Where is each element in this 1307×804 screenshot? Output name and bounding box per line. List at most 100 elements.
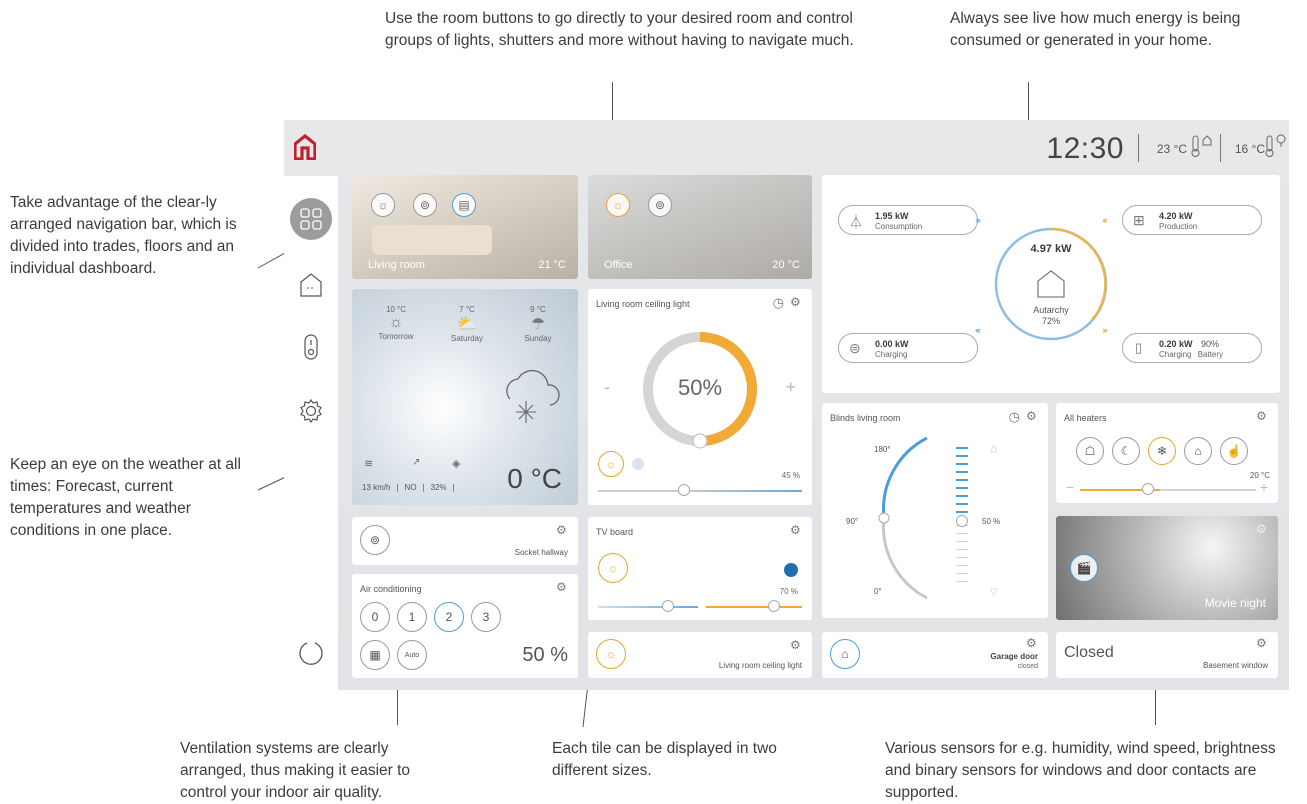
fan-level-1-button[interactable]: 1	[397, 602, 427, 632]
battery-label-battery: Battery	[1197, 350, 1224, 359]
nav-dashboard-button[interactable]	[290, 198, 332, 240]
partly-cloudy-icon: ⛅	[457, 316, 477, 333]
slider-knob[interactable]	[768, 600, 780, 612]
gear-icon[interactable]: ⚙	[790, 524, 802, 536]
slat-angle-arc[interactable]	[872, 433, 932, 603]
gear-icon[interactable]: ⚙	[1256, 410, 1268, 422]
color-dot[interactable]	[784, 563, 798, 577]
shutter-button[interactable]: ▤	[452, 193, 476, 217]
slider-knob[interactable]	[662, 600, 674, 612]
blind-position-bar-lower[interactable]	[956, 525, 968, 589]
gear-icon[interactable]: ⚙	[790, 296, 802, 308]
gear-icon[interactable]: ⚙	[1026, 410, 1038, 422]
home-logo-icon[interactable]	[294, 134, 316, 160]
heaters-tile[interactable]: All heaters ⚙ ☖ ☾ ❄ ⌂ ☝ 20 °C − +	[1056, 403, 1278, 503]
clapperboard-icon[interactable]: 🎬	[1070, 554, 1098, 582]
heater-slider-track[interactable]	[1160, 489, 1256, 491]
indoor-temp: 23 °C	[1156, 142, 1187, 156]
garage-icon[interactable]: ⌂	[830, 639, 860, 669]
weather-tile[interactable]: 10 °C ☼ Tomorrow 7 °C ⛅ Saturday 9 °C ☂ …	[352, 289, 578, 505]
car-icon: ⊜	[849, 340, 861, 356]
color-temp-slider[interactable]	[598, 490, 802, 492]
scene-label: Movie night	[1204, 596, 1266, 610]
production-pill[interactable]: ⊞ 4.20 kW Production	[1122, 205, 1262, 235]
nav-settings-button[interactable]	[290, 390, 332, 432]
blind-position-bar[interactable]	[956, 447, 968, 519]
nav-refresh-button[interactable]	[290, 632, 332, 674]
tv-board-tile[interactable]: TV board ⚙ ☼ 70 %	[588, 517, 812, 620]
dimmer-percent: 50%	[638, 375, 762, 401]
dimmer-increase-button[interactable]: +	[785, 377, 796, 398]
away-mode-button[interactable]: ⌂	[1184, 437, 1212, 465]
basement-window-tile[interactable]: Closed ⚙ Basement window	[1056, 632, 1278, 678]
light-button[interactable]: ☼	[371, 193, 395, 217]
weather-metrics: 13 km/h | NO | 32% |	[362, 483, 455, 492]
nav-trades-button[interactable]	[290, 326, 332, 368]
battery-percent: 90%	[1201, 339, 1220, 349]
house-icon	[300, 273, 322, 297]
light-toggle-button[interactable]: ☼	[598, 553, 628, 583]
charging-pill[interactable]: ⊜ 0.00 kW Charging	[838, 333, 978, 363]
dimmer-decrease-button[interactable]: -	[604, 377, 610, 398]
fan-level-0-button[interactable]: 0	[360, 602, 390, 632]
auto-mode-button[interactable]: Auto	[397, 640, 427, 670]
brightness-slider[interactable]	[706, 606, 802, 608]
clock-icon[interactable]: ◷	[1009, 409, 1020, 425]
comfort-mode-button[interactable]: ☖	[1076, 437, 1104, 465]
gear-icon[interactable]: ⚙	[1256, 523, 1268, 535]
heater-increase-button[interactable]: +	[1260, 479, 1268, 495]
fan-level-3-button[interactable]: 3	[471, 602, 501, 632]
heater-decrease-button[interactable]: −	[1066, 479, 1074, 495]
light-toggle-button[interactable]: ☼	[598, 451, 624, 477]
battery-labels: Charging Battery	[1159, 350, 1223, 359]
wind-speed: 13 km/h	[362, 483, 391, 492]
flow-arrows: ››››	[975, 215, 981, 225]
socket-tile[interactable]: ⊚ ⚙ Socket hallway	[352, 517, 578, 565]
angle-mid-label: 90°	[846, 517, 859, 526]
gear-icon[interactable]: ⚙	[556, 581, 568, 593]
ceiling-light-tile[interactable]: Living room ceiling light ◷ ⚙ 50% - + ☼ …	[588, 289, 812, 505]
room-temp: 21 °C	[538, 259, 566, 271]
callout-sensors: Various sensors for e.g. humidity, wind …	[885, 740, 1276, 801]
production-label: Production	[1159, 222, 1198, 231]
frost-mode-button[interactable]: ❄	[1148, 437, 1176, 465]
up-arrow-icon[interactable]: △	[990, 443, 998, 454]
blinds-tile[interactable]: Blinds living room ◷ ⚙ 180° 90° 0° △ 50 …	[822, 403, 1048, 618]
socket-button[interactable]: ⊚	[413, 193, 437, 217]
socket-icon[interactable]: ⊚	[360, 525, 390, 555]
energy-tile[interactable]: ⏃ 1.95 kW Consumption ⊞ 4.20 kW Producti…	[822, 175, 1280, 393]
wind-icon: ≋	[364, 458, 374, 470]
nav-floors-button[interactable]	[290, 264, 332, 306]
switch-icon	[304, 334, 318, 360]
fan-level-2-button[interactable]: 2	[434, 602, 464, 632]
gear-icon[interactable]: ⚙	[1026, 637, 1038, 649]
room-tile-living-room[interactable]: ☼ ⊚ ▤ Living room 21 °C	[352, 175, 578, 279]
consumption-pill[interactable]: ⏃ 1.95 kW Consumption	[838, 205, 978, 235]
slider-knob[interactable]	[678, 484, 690, 496]
gear-icon[interactable]: ⚙	[1256, 637, 1268, 649]
consumption-label: Consumption	[875, 222, 923, 231]
night-mode-button[interactable]: ☾	[1112, 437, 1140, 465]
room-name: Office	[604, 259, 633, 271]
room-tile-office[interactable]: ☼ ⊚ Office 20 °C	[588, 175, 812, 279]
clock-icon[interactable]: ◷	[773, 295, 784, 311]
socket-button[interactable]: ⊚	[648, 193, 672, 217]
garage-door-tile[interactable]: ⌂ ⚙ Garage door closed	[822, 632, 1048, 678]
brightness-value: 70 %	[779, 587, 798, 596]
heater-slider-knob[interactable]	[1142, 483, 1154, 495]
gear-icon[interactable]: ⚙	[556, 524, 568, 536]
ceiling-light-small-tile[interactable]: ☼ ⚙ Living room ceiling light	[588, 632, 812, 678]
color-dot[interactable]	[632, 458, 644, 470]
light-toggle-button[interactable]: ☼	[596, 639, 626, 669]
down-arrow-icon[interactable]: ▽	[990, 587, 998, 598]
battery-value: 0.20 kW	[1159, 339, 1193, 349]
light-button[interactable]: ☼	[606, 193, 630, 217]
blind-position-knob[interactable]	[956, 515, 968, 527]
air-conditioning-tile[interactable]: Air conditioning ⚙ 0 1 2 3 ▦ Auto 50 %	[352, 574, 578, 678]
scene-tile-movie-night[interactable]: ⚙ 🎬 Movie night	[1056, 516, 1278, 620]
gear-icon[interactable]: ⚙	[790, 639, 802, 651]
manual-mode-button[interactable]: ☝	[1220, 437, 1248, 465]
ventilation-icon[interactable]: ▦	[360, 640, 390, 670]
battery-pill[interactable]: ▯ 0.20 kW 90% Charging Battery	[1122, 333, 1262, 363]
color-slider[interactable]	[598, 606, 698, 608]
